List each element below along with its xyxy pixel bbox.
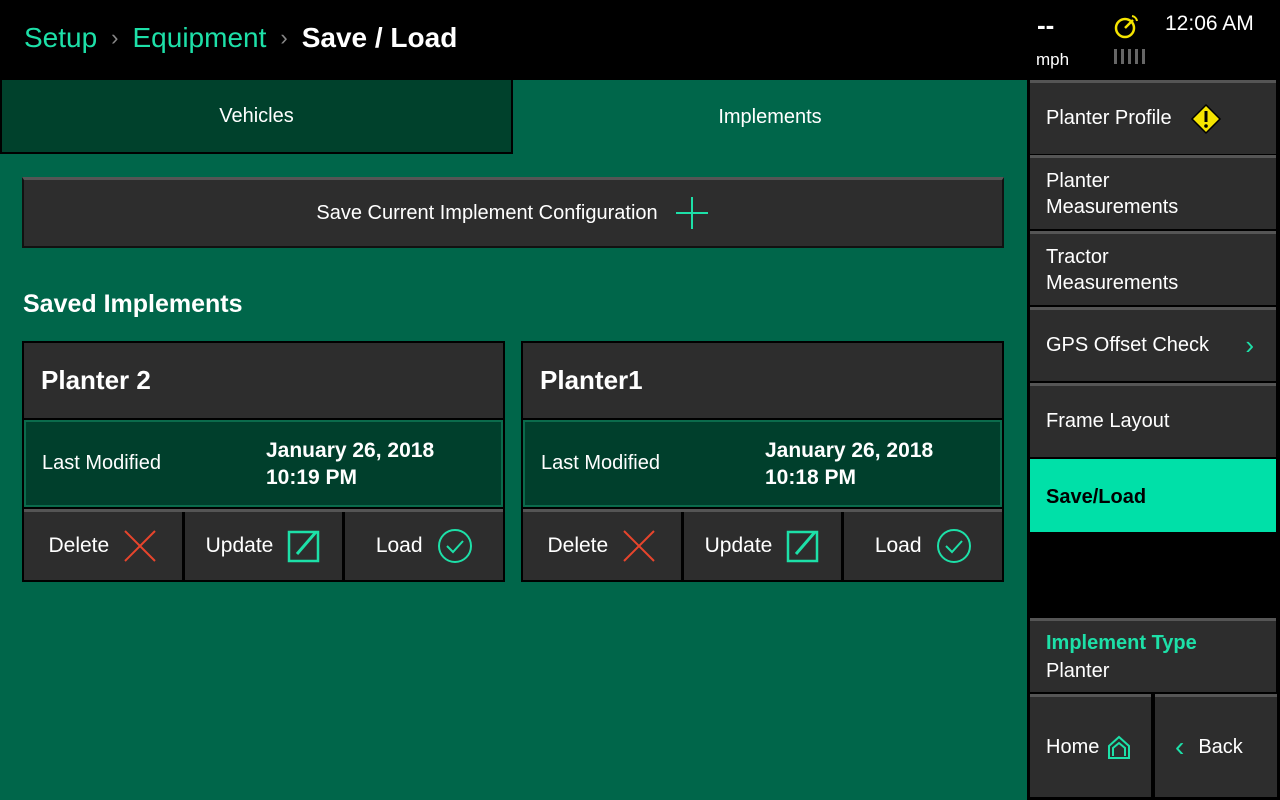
sidebar-item-tractor-measurements[interactable]: Tractor Measurements (1030, 231, 1276, 305)
x-icon (124, 530, 156, 562)
load-button[interactable]: Load (844, 512, 1003, 580)
check-circle-icon (936, 529, 971, 563)
chevron-right-icon: › (111, 25, 119, 50)
modified-date: January 26, 2018 (266, 438, 435, 462)
implement-name: Planter1 (523, 343, 1002, 418)
plus-icon (675, 197, 708, 229)
update-button[interactable]: Update (683, 512, 842, 580)
speed-unit: mph (1036, 50, 1070, 69)
implement-type-value: Planter (1046, 659, 1110, 682)
load-button[interactable]: Load (345, 512, 504, 580)
check-circle-icon (437, 529, 472, 563)
home-label: Home (1046, 735, 1100, 758)
chevron-right-icon: › (280, 25, 288, 50)
page-title: Save / Load (301, 22, 458, 53)
modified-time: 10:19 PM (266, 465, 358, 489)
breadcrumb-equipment[interactable]: Equipment (133, 22, 267, 54)
section-title: Saved Implements (23, 290, 243, 318)
implement-name: Planter 2 (24, 343, 503, 418)
home-button[interactable]: Home (1030, 694, 1151, 797)
update-button[interactable]: Update (184, 512, 343, 580)
clock: 12:06 AM (1165, 12, 1254, 35)
implement-card: Planter 2 Last Modified January 26, 2018… (22, 341, 505, 582)
update-label: Update (704, 534, 773, 557)
sidebar-item-gps-offset-check[interactable]: GPS Offset Check › (1030, 307, 1276, 381)
tab-vehicles[interactable]: Vehicles (0, 80, 513, 154)
chevron-left-icon: ‹ (1175, 731, 1185, 762)
home-icon (1108, 735, 1131, 759)
update-label: Update (205, 534, 274, 557)
last-modified-label: Last Modified (541, 452, 660, 474)
implement-card: Planter1 Last Modified January 26, 2018 1… (521, 341, 1004, 582)
breadcrumb: Setup › Equipment › Save / Load (24, 22, 457, 54)
last-modified-label: Last Modified (42, 452, 161, 474)
save-configuration-button[interactable]: Save Current Implement Configuration (22, 177, 1004, 248)
sidebar-item-label: Planter Measurements (1046, 169, 1179, 218)
delete-label: Delete (547, 534, 609, 557)
sidebar-item-label: Save/Load (1046, 485, 1147, 508)
delete-button[interactable]: Delete (24, 512, 182, 580)
back-label: Back (1198, 735, 1243, 758)
save-configuration-label: Save Current Implement Configuration (316, 201, 658, 224)
sidebar-item-label: Planter Profile (1046, 107, 1172, 129)
sidebar-item-frame-layout[interactable]: Frame Layout (1030, 383, 1276, 457)
back-button[interactable]: ‹ Back (1155, 694, 1277, 797)
modified-time: 10:18 PM (765, 465, 857, 489)
warning-icon (1190, 103, 1221, 134)
sidebar-item-label: Frame Layout (1046, 410, 1170, 432)
breadcrumb-setup[interactable]: Setup (24, 22, 97, 54)
edit-icon (288, 530, 320, 563)
satellite-dish-icon (1114, 15, 1138, 39)
load-label: Load (375, 534, 423, 557)
delete-button[interactable]: Delete (523, 512, 681, 580)
delete-label: Delete (48, 534, 110, 557)
sidebar-item-label: GPS Offset Check (1046, 334, 1210, 356)
load-label: Load (874, 534, 922, 557)
gps-signal-bars (1114, 49, 1145, 64)
tab-implements[interactable]: Implements (513, 80, 1027, 154)
chevron-right-icon: › (1245, 330, 1254, 360)
speed-value: -- (1037, 10, 1055, 40)
sidebar-item-save-load[interactable]: Save/Load (1030, 459, 1276, 532)
implement-type-display: Implement Type Planter (1030, 618, 1276, 692)
sidebar-item-planter-measurements[interactable]: Planter Measurements (1030, 155, 1276, 229)
sidebar-item-label: Tractor Measurements (1046, 245, 1179, 294)
implement-type-label: Implement Type (1046, 631, 1197, 654)
x-icon (623, 530, 655, 562)
modified-date: January 26, 2018 (765, 438, 934, 462)
sidebar-item-planter-profile[interactable]: Planter Profile (1030, 80, 1276, 154)
edit-icon (787, 530, 819, 563)
